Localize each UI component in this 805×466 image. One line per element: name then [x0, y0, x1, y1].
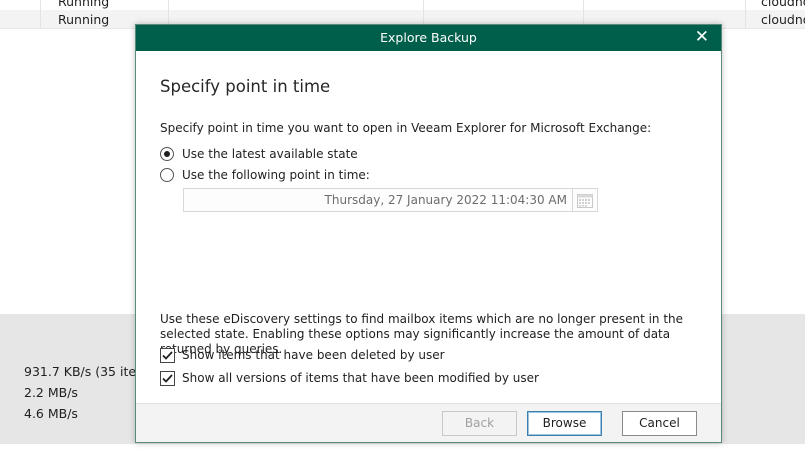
- browse-button[interactable]: Browse: [527, 411, 602, 436]
- stat-rate: 4.6 MB/s: [24, 406, 78, 421]
- column-divider: [745, 0, 746, 29]
- column-divider: [40, 0, 41, 29]
- checkbox[interactable]: [160, 370, 175, 386]
- radio-label: Use the latest available state: [182, 147, 358, 161]
- host-cell: cloudno: [761, 12, 805, 27]
- checkbox-show-deleted[interactable]: Show items that have been deleted by use…: [160, 347, 445, 363]
- cancel-button[interactable]: Cancel: [622, 411, 697, 436]
- close-icon[interactable]: ✕: [695, 27, 709, 47]
- dialog-title: Explore Backup: [380, 30, 477, 45]
- radio-latest-state[interactable]: Use the latest available state: [160, 146, 358, 162]
- host-cell: cloudno: [761, 0, 805, 9]
- calendar-icon[interactable]: [572, 189, 597, 211]
- checkbox-show-versions[interactable]: Show all versions of items that have bee…: [160, 370, 539, 386]
- stat-rate: 2.2 MB/s: [24, 385, 78, 400]
- checkbox-label: Show items that have been deleted by use…: [182, 348, 445, 362]
- radio-point-in-time[interactable]: Use the following point in time:: [160, 167, 370, 183]
- dialog-titlebar[interactable]: Explore Backup ✕: [136, 25, 721, 51]
- radio-label: Use the following point in time:: [182, 168, 370, 182]
- checkmark-icon: [162, 350, 173, 360]
- status-cell: Running: [58, 12, 110, 27]
- instruction-text: Specify point in time you want to open i…: [160, 121, 652, 135]
- checkbox[interactable]: [160, 347, 175, 363]
- status-cell: Running: [58, 0, 110, 9]
- checkmark-icon: [162, 373, 173, 383]
- dialog-footer: Back Browse Cancel: [136, 403, 721, 442]
- datetime-value: Thursday, 27 January 2022 11:04:30 AM: [324, 193, 567, 207]
- radio-button[interactable]: [160, 147, 174, 161]
- radio-button[interactable]: [160, 168, 174, 182]
- page-title: Specify point in time: [160, 77, 331, 96]
- explore-backup-dialog: Explore Backup ✕ Specify point in time S…: [135, 24, 722, 443]
- checkbox-label: Show all versions of items that have bee…: [182, 371, 539, 385]
- datetime-picker[interactable]: Thursday, 27 January 2022 11:04:30 AM: [183, 188, 598, 212]
- back-button[interactable]: Back: [442, 411, 517, 436]
